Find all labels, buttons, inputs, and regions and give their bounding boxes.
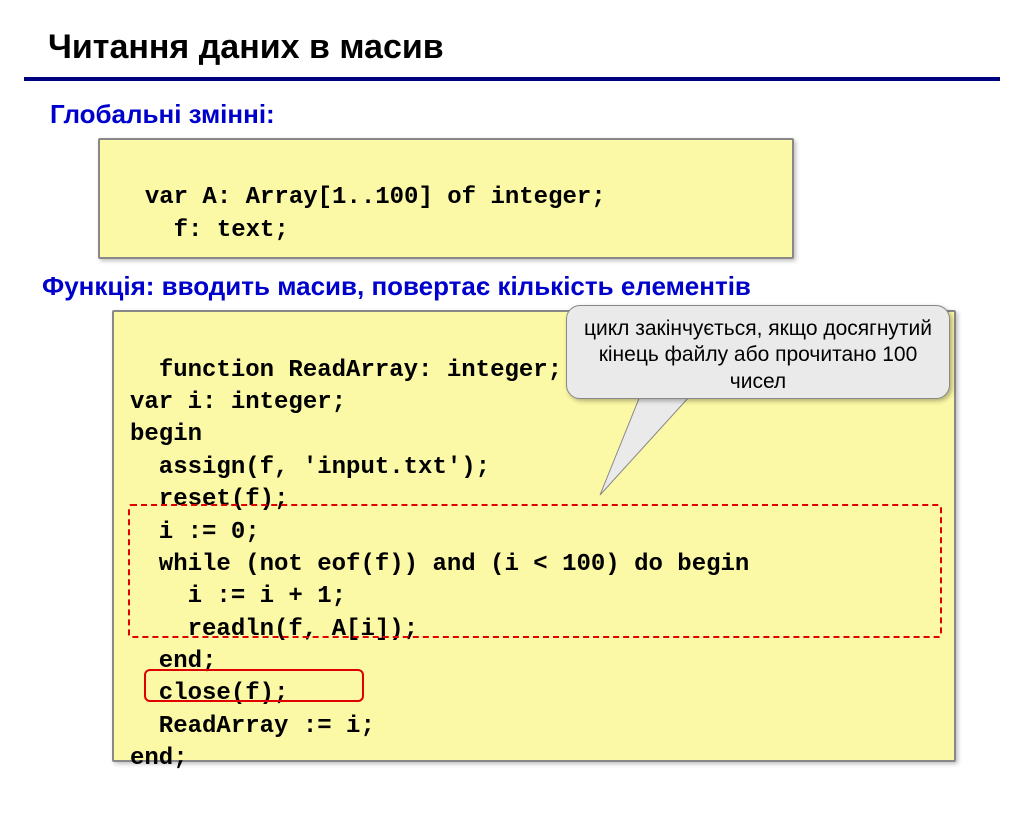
globals-heading: Глобальні змінні: <box>50 99 1024 130</box>
globals-code: var A: Array[1..100] of integer; f: text… <box>116 184 606 243</box>
slide-title: Читання даних в масив <box>0 0 1024 77</box>
callout-text: цикл закінчується, якщо досягнутий кінец… <box>584 317 932 393</box>
callout-tail <box>590 390 710 500</box>
globals-code-box: var A: Array[1..100] of integer; f: text… <box>98 138 794 259</box>
callout-bubble: цикл закінчується, якщо досягнутий кінец… <box>566 305 950 399</box>
while-loop-highlight <box>128 504 942 638</box>
title-rule <box>24 77 1000 81</box>
function-heading: Функція: вводить масив, повертає кількіс… <box>42 271 1024 302</box>
return-highlight <box>144 669 364 702</box>
